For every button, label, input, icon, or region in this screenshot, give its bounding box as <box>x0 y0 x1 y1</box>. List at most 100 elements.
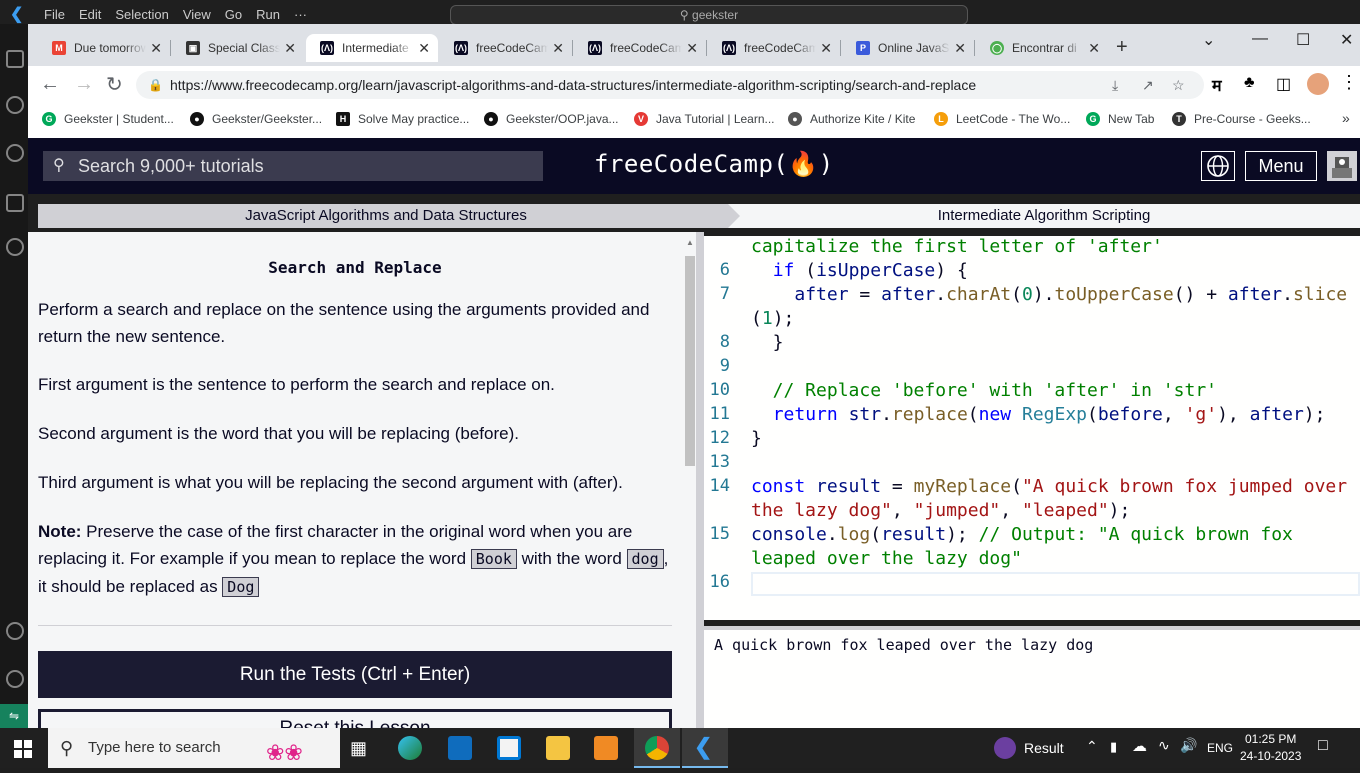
minimize-icon[interactable]: — <box>1252 30 1268 48</box>
result-app-label[interactable]: Result <box>1024 740 1064 756</box>
explorer-icon[interactable] <box>6 50 24 68</box>
menu-go[interactable]: Go <box>225 7 242 22</box>
media-player-icon[interactable] <box>594 736 618 760</box>
vscode-menu: File Edit Selection View Go Run ··· <box>44 7 307 22</box>
account-icon[interactable] <box>6 622 24 640</box>
freecodecamp-icon: (Λ) <box>454 41 468 55</box>
profile-avatar[interactable] <box>1307 73 1329 95</box>
close-icon[interactable]: ✕ <box>284 40 296 57</box>
close-icon[interactable]: ✕ <box>820 40 832 57</box>
new-tab-button[interactable]: + <box>1116 36 1128 59</box>
tab-encontrar[interactable]: ◯ Encontrar di ✕ <box>976 34 1108 62</box>
result-app-icon[interactable] <box>994 737 1016 759</box>
tab-freecodecamp[interactable]: (Λ) freeCodeCamp ✕ <box>440 34 572 62</box>
chrome-menu-icon[interactable]: ⋮ <box>1340 72 1358 93</box>
pane-resize-handle[interactable] <box>696 232 704 728</box>
menu-selection[interactable]: Selection <box>115 7 168 22</box>
close-icon[interactable]: ✕ <box>686 40 698 57</box>
wifi-icon[interactable]: ∿ <box>1158 737 1170 754</box>
tray-chevron-icon[interactable]: ⌃ <box>1086 738 1098 755</box>
remote-status-icon[interactable]: ⇋ <box>0 704 28 728</box>
address-bar[interactable]: 🔒 https://www.freecodecamp.org/learn/jav… <box>136 71 1204 99</box>
remote-icon[interactable] <box>6 238 24 256</box>
extensions-puzzle-icon[interactable]: ♣ <box>1244 74 1255 92</box>
close-window-icon[interactable]: ✕ <box>1340 30 1353 50</box>
notification-icon[interactable]: □ <box>1318 737 1328 755</box>
fcc-logo[interactable]: freeCodeCamp(🔥) <box>594 150 834 178</box>
menu-view[interactable]: View <box>183 7 211 22</box>
file-explorer-icon[interactable] <box>546 736 570 760</box>
run-tests-button[interactable]: Run the Tests (Ctrl + Enter) <box>38 651 672 698</box>
line-number: 7 <box>719 284 730 304</box>
bookmark-geekster-student[interactable]: G Geekster | Student... <box>42 112 174 126</box>
tab-freecodecamp[interactable]: (Λ) freeCodeCamp ✕ <box>708 34 840 62</box>
settings-gear-icon[interactable] <box>6 670 24 688</box>
back-arrow-icon[interactable]: ← <box>40 73 60 96</box>
menu-run[interactable]: Run <box>256 7 280 22</box>
menu-more[interactable]: ··· <box>294 7 307 22</box>
bookmark-solve-may[interactable]: H Solve May practice... <box>336 112 469 126</box>
tab-gmail[interactable]: M Due tomorrow ✕ <box>38 34 170 62</box>
tab-special-class[interactable]: ▣ Special Class ✕ <box>172 34 304 62</box>
tab-search-chevron-icon[interactable]: ⌄ <box>1202 30 1215 50</box>
search-icon[interactable] <box>6 96 24 114</box>
bookmark-pre-course[interactable]: T Pre-Course - Geeks... <box>1172 112 1311 126</box>
close-icon[interactable]: ✕ <box>954 40 966 57</box>
share-icon[interactable]: ↗ <box>1142 71 1154 99</box>
code-line: console.log(result); // Output: "A quick… <box>751 524 1293 545</box>
extensions-icon[interactable] <box>6 194 24 212</box>
close-icon[interactable]: ✕ <box>418 40 430 57</box>
menu-file[interactable]: File <box>44 7 65 22</box>
bookmark-java-tutorial[interactable]: V Java Tutorial | Learn... <box>634 112 775 126</box>
pane-scrollbar[interactable]: ▲ <box>684 238 696 728</box>
close-icon[interactable]: ✕ <box>150 40 162 57</box>
volume-icon[interactable]: 🔊 <box>1180 737 1197 754</box>
input-language[interactable]: ENG <box>1207 741 1233 755</box>
more-bookmarks-chevron-icon[interactable]: » <box>1342 110 1350 126</box>
bookmark-leetcode[interactable]: L LeetCode - The Wo... <box>934 112 1070 126</box>
taskbar-clock[interactable]: 01:25 PM 24-10-2023 <box>1240 731 1301 765</box>
bookmark-geekster-github[interactable]: ● Geekster/Geekster... <box>190 112 322 126</box>
tab-intermediate-active[interactable]: (Λ) Intermediate ✕ <box>306 34 438 62</box>
install-icon[interactable]: ⤓ <box>1112 71 1118 99</box>
fcc-menu-button[interactable]: Menu <box>1245 151 1317 181</box>
vscode-logo-icon[interactable]: ❮ <box>10 4 23 24</box>
onedrive-cloud-icon[interactable]: ☁ <box>1132 737 1147 755</box>
bookmark-geekster-oop[interactable]: ● Geekster/OOP.java... <box>484 112 619 126</box>
translate-extension-icon[interactable]: म <box>1212 74 1222 96</box>
taskbar-search-input[interactable]: ⚲ Type here to search ❀❀ <box>48 728 340 768</box>
mail-icon[interactable] <box>448 736 472 760</box>
tab-freecodecamp[interactable]: (Λ) freeCodeCamp ✕ <box>574 34 706 62</box>
windows-start-icon[interactable] <box>14 740 32 758</box>
bookmark-new-tab[interactable]: G New Tab <box>1086 112 1154 126</box>
edge-icon[interactable] <box>398 736 422 760</box>
scroll-thumb[interactable] <box>685 256 695 466</box>
language-globe-icon[interactable] <box>1201 151 1235 181</box>
vscode-taskbar-button[interactable]: ❮ <box>682 728 728 768</box>
tab-label: freeCodeCamp <box>610 41 682 55</box>
bookmark-star-icon[interactable]: ☆ <box>1172 71 1185 99</box>
close-icon[interactable]: ✕ <box>552 40 564 57</box>
battery-icon[interactable]: ▮ <box>1110 739 1117 755</box>
side-panel-icon[interactable]: ◫ <box>1276 74 1291 94</box>
scroll-up-icon[interactable]: ▲ <box>686 238 694 247</box>
bookmark-authorize-kite[interactable]: ● Authorize Kite / Kite <box>788 112 915 126</box>
store-icon[interactable] <box>497 736 521 760</box>
vscode-command-search[interactable]: ⚲ geekster <box>450 5 968 25</box>
breadcrumb-superblock[interactable]: JavaScript Algorithms and Data Structure… <box>38 204 734 228</box>
breadcrumb-block[interactable]: Intermediate Algorithm Scripting <box>728 204 1360 228</box>
chrome-taskbar-button[interactable] <box>634 728 680 768</box>
close-icon[interactable]: ✕ <box>1088 40 1100 57</box>
source-control-icon[interactable] <box>6 144 24 162</box>
forward-arrow-icon[interactable]: → <box>74 73 94 96</box>
tab-online-javascript[interactable]: P Online JavaScript ✕ <box>842 34 974 62</box>
task-view-icon[interactable]: ▦ <box>350 738 367 759</box>
line-number: 6 <box>719 260 730 280</box>
menu-edit[interactable]: Edit <box>79 7 101 22</box>
maximize-icon[interactable]: ☐ <box>1296 30 1310 50</box>
reset-lesson-button[interactable]: Reset this Lesson <box>38 709 672 728</box>
code-editor[interactable]: capitalize the first letter of 'after' 6… <box>704 236 1360 620</box>
user-avatar[interactable] <box>1327 151 1357 181</box>
reload-icon[interactable]: ↻ <box>106 72 123 97</box>
fcc-search-input[interactable]: ⚲ Search 9,000+ tutorials <box>43 151 543 181</box>
